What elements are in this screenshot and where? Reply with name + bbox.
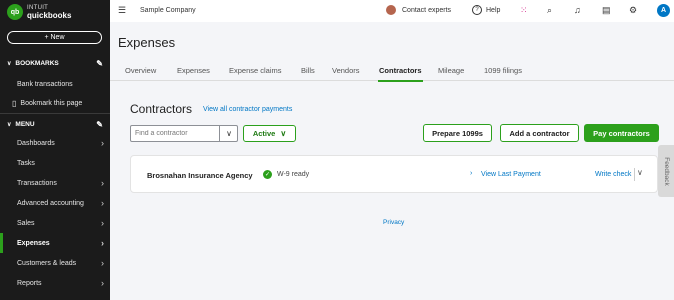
bell-icon[interactable]: ♫	[574, 5, 581, 15]
chevron-right-icon: ›	[101, 218, 104, 228]
privacy-link[interactable]: Privacy	[383, 219, 404, 226]
search-icon[interactable]: ⌕	[547, 5, 552, 16]
chevron-right-icon: ›	[101, 238, 104, 248]
sidebar-item-tasks[interactable]: Tasks	[0, 153, 110, 173]
menu-label: MENU	[15, 121, 35, 128]
pay-contractors-button[interactable]: Pay contractors	[584, 124, 659, 142]
logo-product-text: quickbooks	[27, 11, 72, 20]
tab-bills[interactable]: Bills	[301, 66, 315, 75]
help-icon: ?	[472, 5, 482, 15]
w9-status: W-9 ready	[277, 171, 310, 178]
chevron-right-icon: ›	[101, 278, 104, 288]
bookmark-icon: ▯	[12, 98, 17, 108]
sidebar-item-expenses[interactable]: Expenses ›	[0, 233, 110, 253]
tab-overview[interactable]: Overview	[125, 66, 156, 75]
status-filter-dropdown[interactable]: Active ∨	[243, 125, 296, 142]
sidebar-item-label: Expenses	[17, 239, 50, 247]
contractor-name[interactable]: Brosnahan Insurance Agency	[147, 171, 253, 180]
apps-grid-icon[interactable]: ⁙	[520, 5, 528, 16]
expert-avatar	[386, 5, 396, 15]
contact-experts-button[interactable]: Contact experts	[386, 5, 451, 15]
tab-1099-filings[interactable]: 1099 filings	[484, 66, 522, 75]
bookmarks-header[interactable]: ∨ BOOKMARKS ✎	[7, 59, 103, 68]
menu-icon[interactable]: ☰	[118, 5, 126, 16]
tab-bar: Overview Expenses Expense claims Bills V…	[110, 64, 674, 81]
help-label: Help	[486, 6, 501, 14]
user-avatar[interactable]: A	[657, 4, 670, 17]
feedback-label: Feedback	[662, 156, 670, 186]
chevron-down-icon[interactable]: ∨	[637, 168, 643, 177]
chevron-down-icon[interactable]: ∨	[219, 126, 238, 141]
bookmark-item-label: Bank transactions	[17, 80, 73, 88]
bookmark-this-page[interactable]: ▯ Bookmark this page	[0, 93, 110, 113]
find-contractor-combobox: ∨	[130, 125, 238, 142]
chevron-down-icon: ∨	[7, 61, 12, 67]
sidebar-item-sales[interactable]: Sales ›	[0, 213, 110, 233]
bookmark-item-bank-transactions[interactable]: Bank transactions	[0, 74, 110, 94]
sidebar-item-label: Dashboards	[17, 139, 55, 147]
sidebar-item-reports[interactable]: Reports ›	[0, 273, 110, 293]
chevron-right-icon: ›	[101, 178, 104, 188]
sidebar-item-label: Sales	[17, 219, 35, 227]
view-all-payments-link[interactable]: View all contractor payments	[203, 106, 292, 113]
contractor-row: Brosnahan Insurance Agency ✓ W-9 ready ›…	[130, 155, 658, 193]
tab-contractors[interactable]: Contractors	[379, 66, 422, 75]
help-button[interactable]: ? Help	[472, 5, 500, 15]
chevron-down-icon: ∨	[280, 129, 287, 138]
sidebar-item-customers-leads[interactable]: Customers & leads ›	[0, 253, 110, 273]
prepare-1099s-button[interactable]: Prepare 1099s	[423, 124, 492, 142]
sidebar-item-advanced-accounting[interactable]: Advanced accounting ›	[0, 193, 110, 213]
sidebar-item-dashboards[interactable]: Dashboards ›	[0, 133, 110, 153]
active-tab-indicator	[378, 80, 423, 82]
company-name: Sample Company	[140, 7, 196, 14]
add-contractor-button[interactable]: Add a contractor	[500, 124, 579, 142]
tab-vendors[interactable]: Vendors	[332, 66, 360, 75]
edit-menu-icon[interactable]: ✎	[96, 120, 103, 129]
edit-bookmarks-icon[interactable]: ✎	[96, 59, 103, 68]
bookmark-item-label: Bookmark this page	[20, 99, 83, 107]
quickbooks-logo[interactable]: qb INTUIT quickbooks	[7, 4, 71, 20]
qb-logo-icon: qb	[7, 4, 23, 20]
view-last-payment-link[interactable]: View Last Payment	[481, 171, 541, 178]
sidebar-item-label: Customers & leads	[17, 259, 77, 267]
write-check-link[interactable]: Write check	[595, 171, 631, 178]
tab-mileage[interactable]: Mileage	[438, 66, 464, 75]
find-contractor-input[interactable]	[131, 126, 219, 141]
chevron-right-icon: ›	[101, 258, 104, 268]
check-circle-icon: ✓	[263, 170, 272, 179]
chevron-right-icon: ›	[101, 198, 104, 208]
sidebar-item-label: Reports	[17, 279, 42, 287]
feedback-tab[interactable]: Feedback	[658, 145, 674, 197]
action-separator	[634, 168, 635, 181]
top-bar: ☰ Sample Company Contact experts ? Help …	[110, 0, 674, 22]
tab-expense-claims[interactable]: Expense claims	[229, 66, 282, 75]
chevron-right-icon: ›	[470, 170, 473, 177]
menu-header[interactable]: ∨ MENU ✎	[7, 120, 103, 129]
status-filter-label: Active	[252, 129, 276, 138]
bookmarks-label: BOOKMARKS	[15, 60, 59, 67]
sidebar-item-label: Transactions	[17, 179, 57, 187]
page-title: Expenses	[118, 35, 176, 50]
sidebar-item-transactions[interactable]: Transactions ›	[0, 173, 110, 193]
tab-expenses[interactable]: Expenses	[177, 66, 210, 75]
new-button[interactable]: + New	[7, 31, 102, 44]
gear-icon[interactable]: ⚙	[629, 5, 637, 16]
sidebar-item-label: Tasks	[17, 159, 35, 167]
chevron-down-icon: ∨	[7, 122, 12, 128]
clipboard-icon[interactable]: ▤	[602, 5, 611, 16]
chevron-right-icon: ›	[101, 138, 104, 148]
sidebar-divider	[0, 113, 110, 114]
sidebar: qb INTUIT quickbooks + New ∨ BOOKMARKS ✎…	[0, 0, 110, 300]
contact-experts-label: Contact experts	[402, 6, 452, 14]
sidebar-item-label: Advanced accounting	[17, 199, 84, 207]
section-title: Contractors	[130, 102, 193, 116]
